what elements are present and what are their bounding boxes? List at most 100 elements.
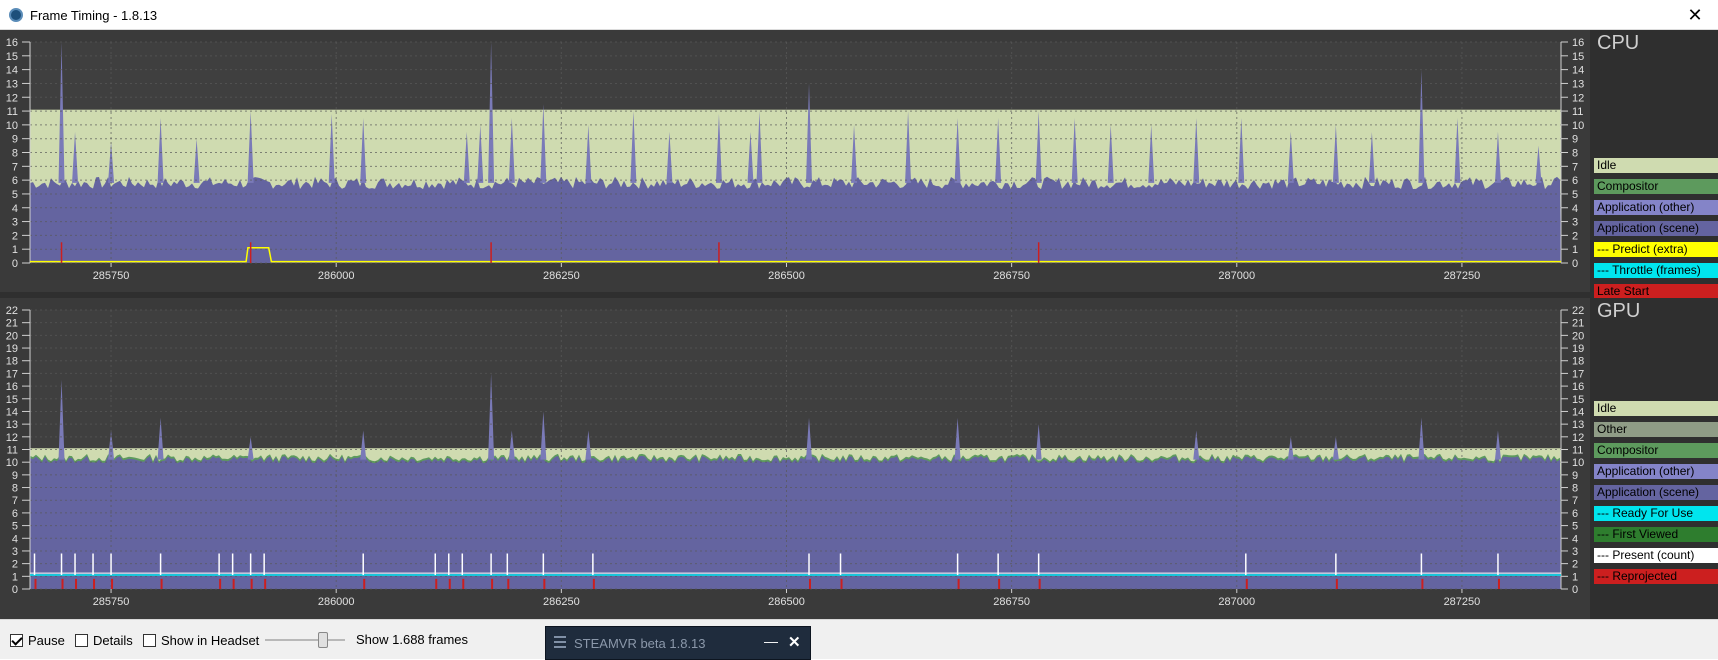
legend-item: --- Throttle (frames) xyxy=(1594,263,1718,278)
gpu-y-tick-label: 11 xyxy=(7,445,18,457)
gpu-y-tick-label-right: 18 xyxy=(1572,356,1584,368)
cpu-y-tick-label-right: 13 xyxy=(1572,78,1584,90)
gpu-application-area xyxy=(30,455,1561,589)
steamvr-taskbar-tab[interactable]: STEAMVR beta 1.8.13 — ✕ xyxy=(545,626,811,660)
details-checkbox-box[interactable] xyxy=(75,633,88,647)
show-in-headset-checkbox-box[interactable] xyxy=(143,633,156,647)
gpu-y-tick-label-right: 12 xyxy=(1572,432,1584,444)
cpu-y-tick-label-right: 0 xyxy=(1572,258,1578,270)
frame-timing-window: Frame Timing - 1.8.13 ✕ 0011223344556677… xyxy=(0,0,1718,660)
legend-item: Late Start xyxy=(1594,284,1718,299)
pause-label: Pause xyxy=(28,632,65,648)
gpu-x-tick-label: 286000 xyxy=(318,596,355,608)
legend-item: Compositor xyxy=(1594,179,1718,194)
steamvr-close-button[interactable]: ✕ xyxy=(788,633,801,651)
gpu-y-tick-label: 15 xyxy=(6,394,18,406)
cpu-y-tick-label: 6 xyxy=(12,175,18,187)
legend-item: --- Predict (extra) xyxy=(1594,242,1718,257)
legend-item: --- Reprojected xyxy=(1594,569,1718,584)
gpu-chart: 0 01 12 23 34 45 56 67 78 89 910 1011 1112 1213 1314 14… xyxy=(0,298,1718,619)
window-close-button[interactable]: ✕ xyxy=(1672,0,1718,30)
gpu-y-tick-label: 6 xyxy=(12,508,18,520)
gpu-x-tick-label: 286750 xyxy=(993,596,1030,608)
gpu-y-tick-label: 10 xyxy=(6,457,18,469)
gpu-y-tick-label-right: 16 xyxy=(1572,381,1584,393)
gpu-y-tick-label-right: 8 xyxy=(1572,483,1578,495)
gpu-y-tick-label: 20 xyxy=(6,330,18,342)
details-label: Details xyxy=(93,632,133,648)
gpu-y-tick-label: 19 xyxy=(6,343,18,355)
cpu-y-tick-label: 0 xyxy=(12,258,18,270)
gpu-x-tick-label: 285750 xyxy=(93,596,130,608)
legend-item: Idle xyxy=(1594,401,1718,416)
gpu-y-tick-label-right: 21 xyxy=(1572,318,1584,330)
cpu-chart-title: CPU xyxy=(1597,32,1640,54)
cpu-y-tick-label-right: 11 xyxy=(1572,106,1583,118)
cpu-y-tick-label-right: 15 xyxy=(1572,51,1584,63)
gpu-y-tick-label-right: 22 xyxy=(1572,305,1584,317)
cpu-y-tick-label: 11 xyxy=(7,106,18,118)
legend-item: Application (other) xyxy=(1594,200,1718,215)
cpu-y-tick-label-right: 12 xyxy=(1572,92,1584,104)
legend-item: Idle xyxy=(1594,158,1718,173)
gpu-y-tick-label-right: 2 xyxy=(1572,559,1578,571)
steamvr-tab-label: STEAMVR beta 1.8.13 xyxy=(574,636,706,651)
gpu-y-tick-label-right: 10 xyxy=(1572,457,1584,469)
gpu-y-tick-label-right: 0 xyxy=(1572,584,1578,596)
cpu-chart: 0 01 12 23 34 45 56 67 78 89 910 1011 1112 1213 1314 14… xyxy=(0,30,1718,292)
show-in-headset-checkbox[interactable]: Show in Headset xyxy=(143,632,259,648)
cpu-y-tick-label-right: 16 xyxy=(1572,37,1584,49)
gpu-y-tick-label: 4 xyxy=(12,533,18,545)
cpu-y-tick-label-right: 5 xyxy=(1572,189,1578,201)
gpu-y-tick-label: 0 xyxy=(12,584,18,596)
minimize-button[interactable]: — xyxy=(764,633,778,649)
gpu-y-tick-label-right: 9 xyxy=(1572,470,1578,482)
slider-track[interactable] xyxy=(265,639,345,641)
gpu-y-tick-label: 9 xyxy=(12,470,18,482)
window-title: Frame Timing - 1.8.13 xyxy=(30,8,158,23)
gpu-y-tick-label-right: 6 xyxy=(1572,508,1578,520)
cpu-y-tick-label-right: 3 xyxy=(1572,217,1578,229)
gpu-y-tick-label-right: 3 xyxy=(1572,546,1578,558)
title-bar: Frame Timing - 1.8.13 ✕ xyxy=(0,0,1718,30)
steamvr-logo-icon xyxy=(9,8,23,22)
cpu-y-tick-label: 7 xyxy=(12,161,18,173)
slider-thumb[interactable] xyxy=(317,632,328,648)
gpu-y-tick-label-right: 14 xyxy=(1572,406,1584,418)
hamburger-menu-icon[interactable] xyxy=(554,636,566,651)
cpu-y-tick-label: 16 xyxy=(6,37,18,49)
cpu-y-tick-label-right: 8 xyxy=(1572,148,1578,160)
gpu-y-tick-label: 8 xyxy=(12,483,18,495)
bottom-toolbar: Pause Details Show in Headset Show 1.688… xyxy=(0,619,1718,660)
gpu-y-tick-label: 1 xyxy=(12,571,18,583)
gpu-y-tick-label-right: 17 xyxy=(1572,368,1584,380)
legend-item: Application (scene) xyxy=(1594,221,1718,236)
pause-checkbox-box[interactable] xyxy=(10,633,23,647)
gpu-y-tick-label-right: 5 xyxy=(1572,521,1578,533)
cpu-y-tick-label: 4 xyxy=(12,203,18,215)
cpu-y-tick-label: 9 xyxy=(12,134,18,146)
legend-item: Application (scene) xyxy=(1594,485,1718,500)
gpu-y-tick-label-right: 13 xyxy=(1572,419,1584,431)
cpu-x-tick-label: 287250 xyxy=(1444,270,1481,282)
gpu-y-tick-label: 18 xyxy=(6,356,18,368)
cpu-y-tick-label: 12 xyxy=(6,92,18,104)
cpu-y-tick-label-right: 10 xyxy=(1572,120,1584,132)
gpu-y-tick-label: 16 xyxy=(6,381,18,393)
cpu-y-tick-label-right: 7 xyxy=(1572,161,1578,173)
legend-item: Other xyxy=(1594,422,1718,437)
cpu-application-area xyxy=(30,176,1561,263)
gpu-y-tick-label: 2 xyxy=(12,559,18,571)
frames-slider[interactable] xyxy=(265,631,345,649)
cpu-y-tick-label: 3 xyxy=(12,217,18,229)
cpu-y-tick-label: 14 xyxy=(6,65,18,77)
gpu-y-tick-label: 13 xyxy=(6,419,18,431)
gpu-y-tick-label-right: 19 xyxy=(1572,343,1584,355)
cpu-y-tick-label: 13 xyxy=(6,78,18,90)
cpu-y-tick-label-right: 6 xyxy=(1572,175,1578,187)
cpu-x-tick-label: 285750 xyxy=(93,270,130,282)
legend-item: Compositor xyxy=(1594,443,1718,458)
charts-area: 0 0 1 1 2 2 3 3 4 4 5 5 6 6 7 7 8 8 9 9 10 10 11 11 12 12 13 13 14 14… xyxy=(0,30,1718,619)
details-checkbox[interactable]: Details xyxy=(75,632,133,648)
pause-checkbox[interactable]: Pause xyxy=(10,632,65,648)
